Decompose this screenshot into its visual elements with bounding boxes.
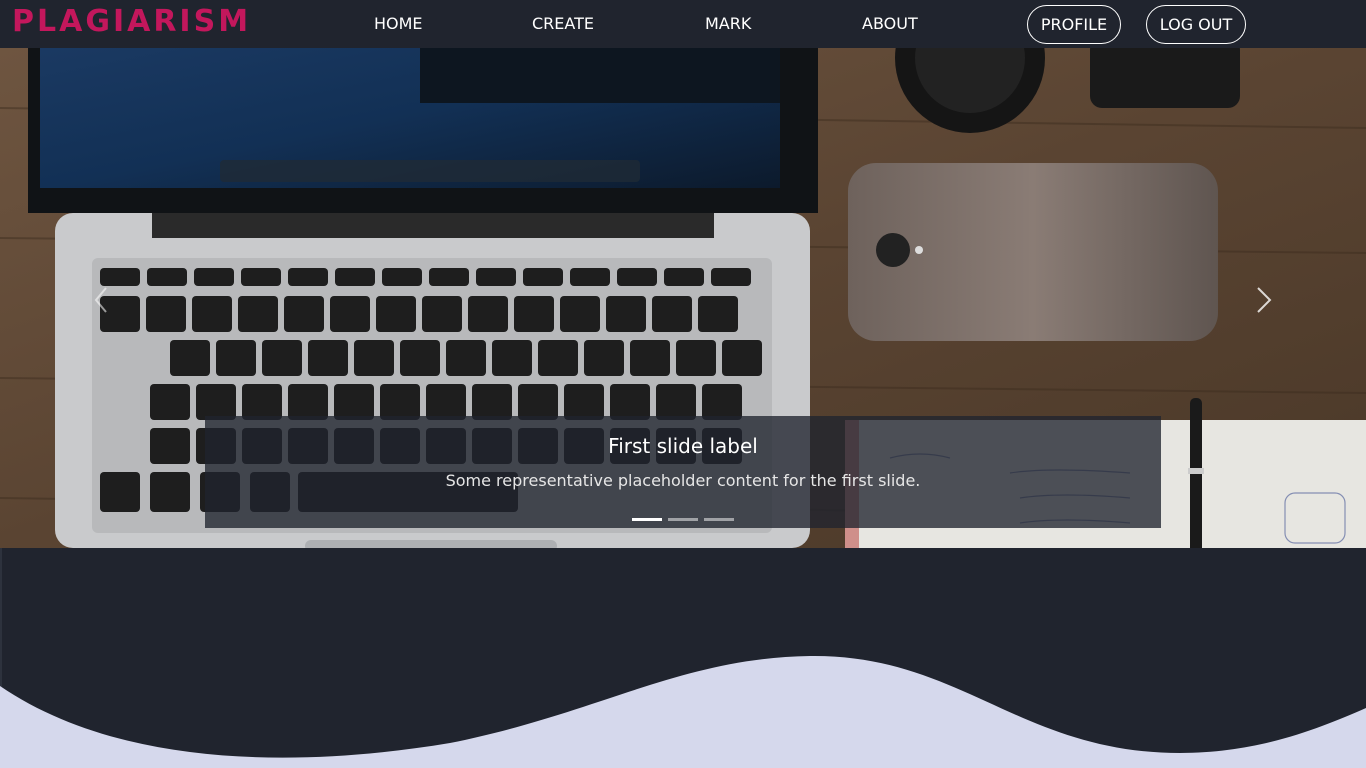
- carousel-indicator-2[interactable]: [668, 518, 698, 521]
- navbar: PLAGIARISM HOME CREATE MARK ABOUT PROFIL…: [0, 0, 1366, 48]
- carousel-indicator-3[interactable]: [704, 518, 734, 521]
- hero-carousel: First slide label Some representative pl…: [0, 48, 1366, 548]
- slide-title: First slide label: [608, 434, 758, 458]
- nav-mark-link[interactable]: MARK: [705, 14, 751, 33]
- nav-home-link[interactable]: HOME: [374, 14, 423, 33]
- brand-logo[interactable]: PLAGIARISM: [12, 4, 251, 39]
- slide-text: Some representative placeholder content …: [445, 471, 921, 490]
- profile-button[interactable]: PROFILE: [1027, 5, 1121, 44]
- nav-about-link[interactable]: ABOUT: [862, 14, 918, 33]
- chevron-right-icon: [1257, 287, 1272, 313]
- wave-divider: [0, 548, 1366, 768]
- logout-button[interactable]: LOG OUT: [1146, 5, 1246, 44]
- carousel-next-button[interactable]: [1250, 280, 1280, 320]
- carousel-prev-button[interactable]: [88, 280, 118, 320]
- slide-caption: First slide label Some representative pl…: [205, 416, 1161, 528]
- nav-create-link[interactable]: CREATE: [532, 14, 594, 33]
- chevron-left-icon: [94, 287, 107, 313]
- carousel-indicator-1[interactable]: [632, 518, 662, 521]
